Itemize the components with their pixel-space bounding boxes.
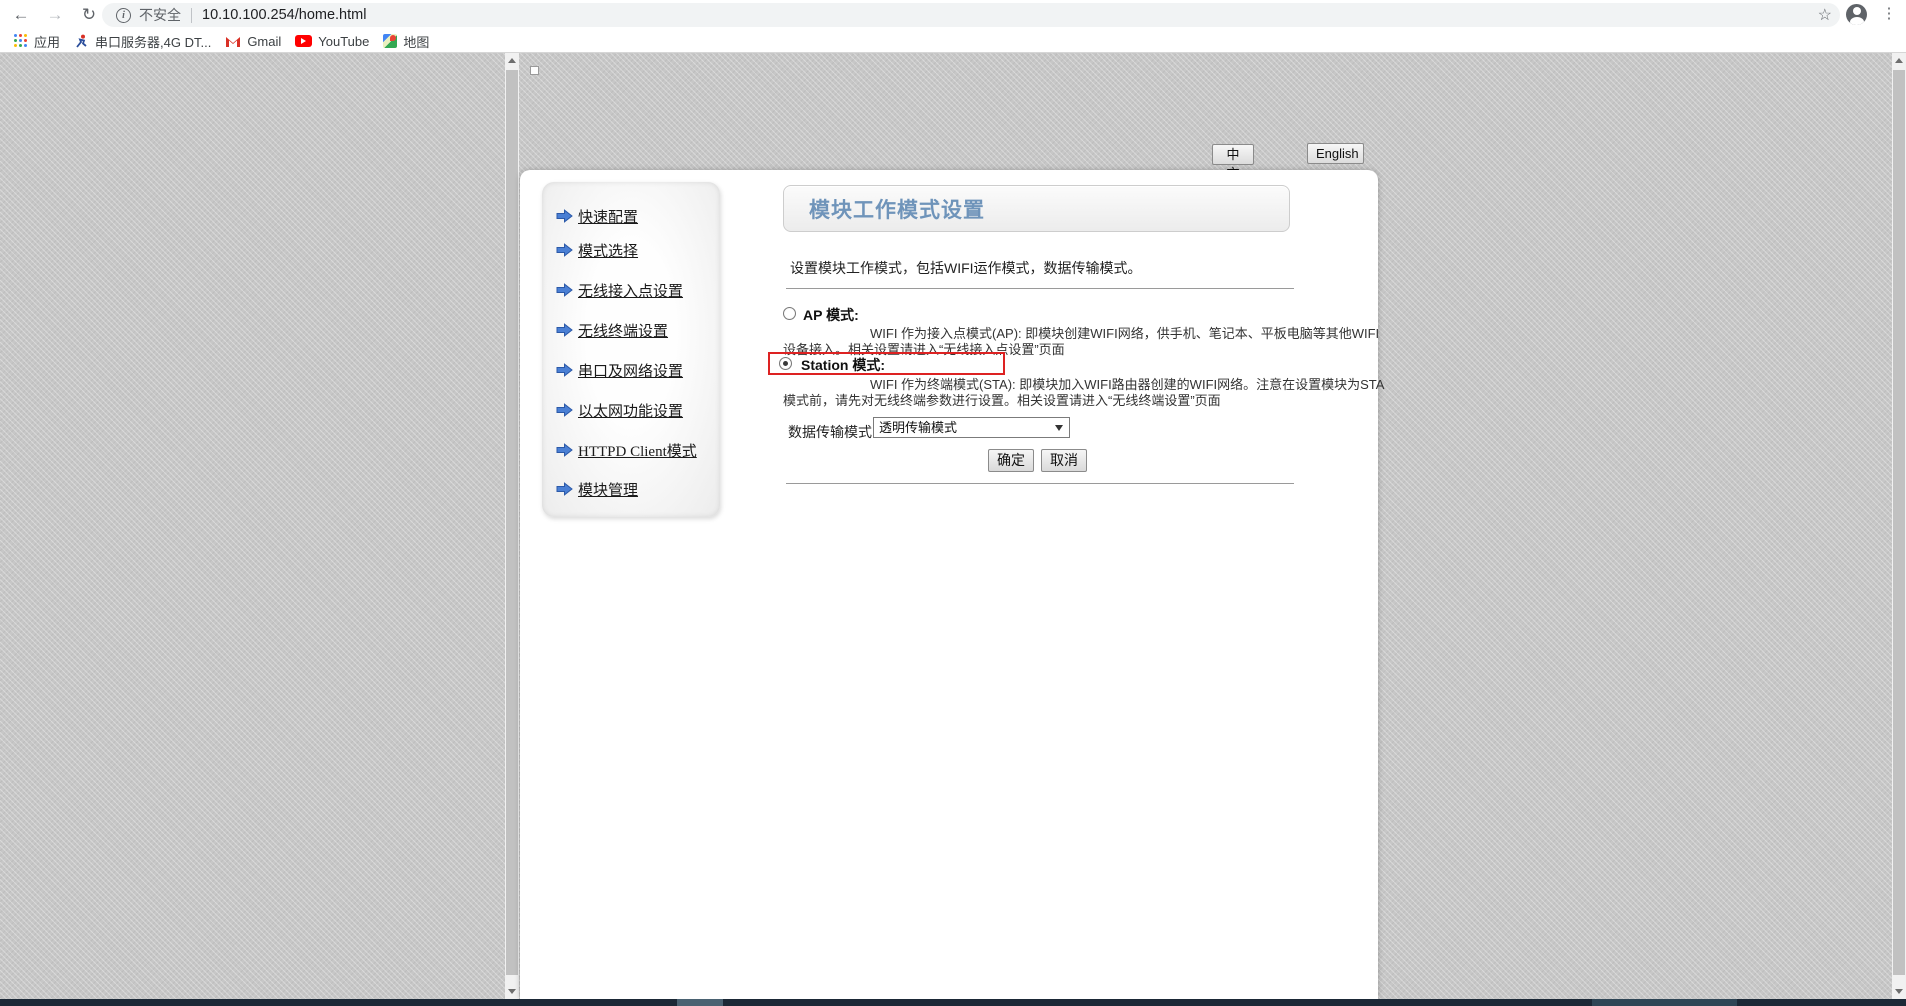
sidebar-item-mode-select[interactable]: 模式选择 bbox=[556, 240, 638, 260]
bookmark-star-icon[interactable]: ☆ bbox=[1818, 5, 1832, 25]
youtube-icon bbox=[295, 35, 312, 47]
apps-grid-icon bbox=[14, 34, 28, 48]
browser-toolbar: ← → ↻ i 不安全 10.10.100.254/home.html ☆ ⋮ bbox=[0, 0, 1906, 29]
sidebar-item-label[interactable]: 快速配置 bbox=[578, 206, 638, 227]
arrow-icon bbox=[556, 209, 573, 223]
scroll-up-icon[interactable] bbox=[1892, 53, 1906, 68]
menu-dots-icon[interactable]: ⋮ bbox=[1880, 5, 1898, 23]
transfer-mode-select[interactable]: 透明传输模式 bbox=[873, 417, 1070, 438]
scrollbar-thumb[interactable] bbox=[506, 70, 518, 975]
sidebar-item-label[interactable]: 无线终端设置 bbox=[578, 320, 668, 341]
bookmark-label: 应用 bbox=[34, 32, 60, 51]
back-icon[interactable]: ← bbox=[8, 2, 34, 28]
ap-mode-radio[interactable] bbox=[783, 307, 796, 320]
sidebar-item-label[interactable]: HTTPD Client模式 bbox=[578, 440, 697, 461]
cancel-button[interactable]: 取消 bbox=[1041, 449, 1087, 472]
reload-icon[interactable]: ↻ bbox=[76, 2, 102, 28]
scroll-down-icon[interactable] bbox=[505, 984, 519, 999]
transfer-mode-label: 数据传输模式 bbox=[788, 422, 872, 442]
arrow-icon bbox=[556, 283, 573, 297]
sidebar-item-serial-network[interactable]: 串口及网络设置 bbox=[556, 360, 683, 380]
url-text[interactable]: 10.10.100.254/home.html bbox=[202, 7, 366, 23]
bookmark-apps[interactable]: 应用 bbox=[14, 31, 60, 51]
bookmark-label: 地图 bbox=[403, 32, 429, 51]
browser-scrollbar[interactable] bbox=[1892, 53, 1906, 999]
station-mode-desc: 模式前，请先对无线终端参数进行设置。相关设置请进入“无线终端设置”页面 bbox=[783, 390, 1221, 409]
page-viewport: 中文 English 快速配置 模式选择 无线接入点设置 无线终端设置 bbox=[0, 53, 1906, 999]
sidebar-item-label[interactable]: 模块管理 bbox=[578, 479, 638, 500]
gmail-icon bbox=[225, 35, 241, 48]
arrow-icon bbox=[556, 243, 573, 257]
intro-text: 设置模块工作模式，包括WIFI运作模式，数据传输模式。 bbox=[790, 258, 1142, 278]
runner-icon bbox=[74, 34, 89, 49]
broken-image-placeholder bbox=[530, 66, 539, 75]
content-panel: 快速配置 模式选择 无线接入点设置 无线终端设置 串口及网络设置 以太网功能设置 bbox=[520, 170, 1378, 999]
sidebar-menu: 快速配置 模式选择 无线接入点设置 无线终端设置 串口及网络设置 以太网功能设置 bbox=[542, 182, 720, 517]
forward-icon[interactable]: → bbox=[42, 2, 68, 28]
sidebar-item-label[interactable]: 串口及网络设置 bbox=[578, 360, 683, 381]
sidebar-item-sta-settings[interactable]: 无线终端设置 bbox=[556, 320, 668, 340]
sidebar-item-ethernet[interactable]: 以太网功能设置 bbox=[556, 400, 683, 420]
ap-mode-label[interactable]: AP 模式: bbox=[803, 305, 859, 325]
address-bar[interactable]: i 不安全 10.10.100.254/home.html ☆ bbox=[102, 3, 1840, 27]
station-mode-radio[interactable] bbox=[779, 357, 792, 370]
browser-chrome: ← → ↻ i 不安全 10.10.100.254/home.html ☆ ⋮ … bbox=[0, 0, 1906, 53]
arrow-icon bbox=[556, 323, 573, 337]
page-title-box: 模块工作模式设置 bbox=[783, 185, 1290, 232]
scroll-up-icon[interactable] bbox=[505, 53, 519, 68]
lang-english-button[interactable]: English bbox=[1307, 143, 1364, 164]
bookmark-label: 串口服务器,4G DT... bbox=[95, 32, 211, 51]
bookmark-serial-server[interactable]: 串口服务器,4G DT... bbox=[74, 31, 211, 51]
bookmarks-bar: 应用 串口服务器,4G DT... Gmail YouTube bbox=[0, 29, 1906, 53]
info-icon[interactable]: i bbox=[116, 8, 131, 23]
sidebar-item-label[interactable]: 模式选择 bbox=[578, 240, 638, 261]
arrow-icon bbox=[556, 403, 573, 417]
taskbar-segment bbox=[677, 999, 723, 1006]
security-label: 不安全 bbox=[139, 5, 181, 25]
divider bbox=[786, 288, 1294, 289]
transfer-mode-value: 透明传输模式 bbox=[879, 420, 957, 435]
station-mode-label[interactable]: Station 模式: bbox=[801, 355, 885, 375]
sidebar-item-label[interactable]: 以太网功能设置 bbox=[578, 400, 683, 421]
sidebar-item-quick-config[interactable]: 快速配置 bbox=[556, 206, 638, 226]
arrow-icon bbox=[556, 363, 573, 377]
arrow-icon bbox=[556, 443, 573, 457]
sidebar-item-httpd-client[interactable]: HTTPD Client模式 bbox=[556, 440, 697, 460]
sidebar-item-label[interactable]: 无线接入点设置 bbox=[578, 280, 683, 301]
bookmark-label: Gmail bbox=[247, 34, 281, 49]
bookmark-label: YouTube bbox=[318, 34, 369, 49]
ok-button[interactable]: 确定 bbox=[988, 449, 1034, 472]
page-title: 模块工作模式设置 bbox=[809, 194, 985, 224]
taskbar-strip bbox=[0, 999, 1906, 1006]
scroll-down-icon[interactable] bbox=[1892, 984, 1906, 999]
sidebar-item-module-management[interactable]: 模块管理 bbox=[556, 479, 638, 499]
taskbar-segment bbox=[1592, 999, 1737, 1006]
chevron-down-icon bbox=[1055, 425, 1063, 431]
maps-icon bbox=[383, 34, 397, 48]
bookmark-gmail[interactable]: Gmail bbox=[225, 31, 281, 51]
divider bbox=[786, 483, 1294, 484]
scrollbar-thumb[interactable] bbox=[1893, 70, 1905, 975]
divider bbox=[191, 8, 192, 23]
profile-avatar[interactable] bbox=[1846, 4, 1867, 25]
frame-scrollbar[interactable] bbox=[505, 53, 519, 999]
lang-chinese-button[interactable]: 中文 bbox=[1212, 144, 1254, 165]
bookmark-maps[interactable]: 地图 bbox=[383, 31, 429, 51]
arrow-icon bbox=[556, 482, 573, 496]
bookmark-youtube[interactable]: YouTube bbox=[295, 31, 369, 51]
sidebar-item-ap-settings[interactable]: 无线接入点设置 bbox=[556, 280, 683, 300]
